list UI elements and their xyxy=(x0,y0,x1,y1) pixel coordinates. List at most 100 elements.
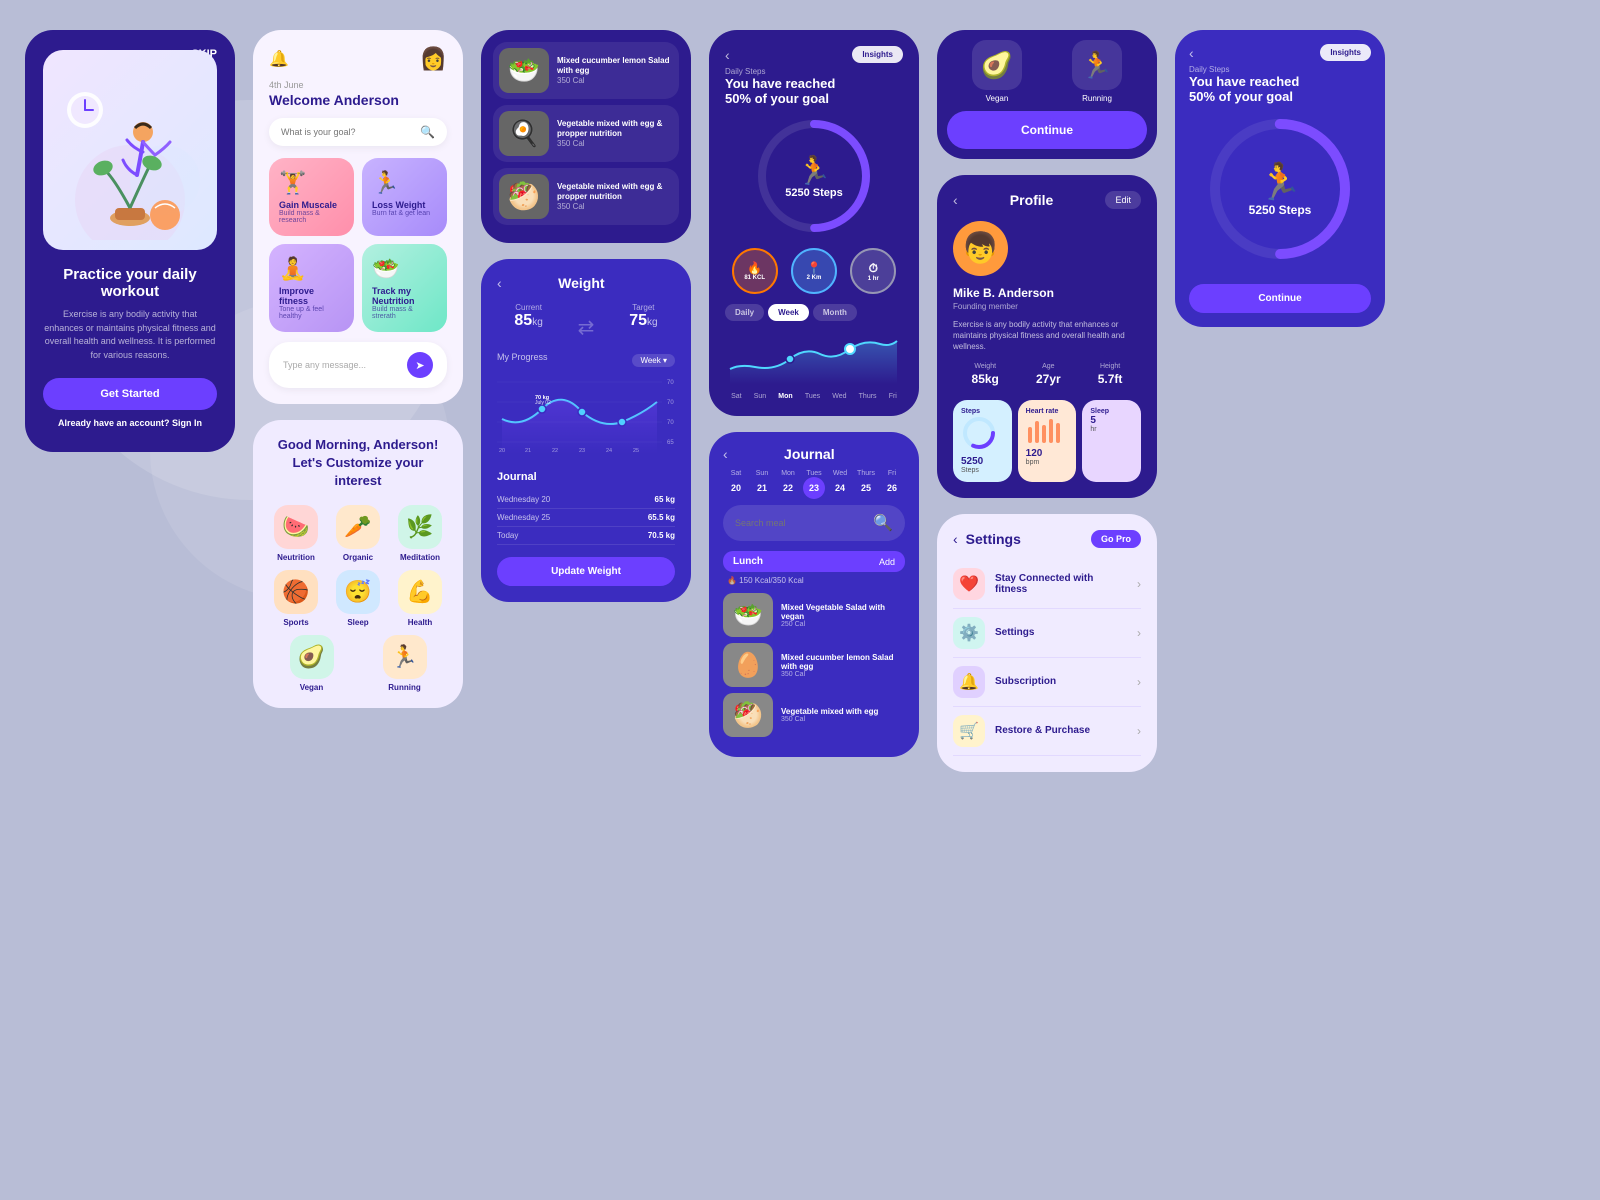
stats-row: 🔥 81 KCL 📍 2 Km ⏱ 1 hr xyxy=(725,248,903,294)
interest-sleep[interactable]: 😴 Sleep xyxy=(331,570,385,627)
settings-item-subscription[interactable]: 🔔 Subscription › xyxy=(953,658,1141,707)
steps-small-back[interactable]: ‹ xyxy=(1189,45,1194,61)
lunch-item-1[interactable]: 🥗 Mixed Vegetable Salad with vegan 250 C… xyxy=(723,593,905,637)
weight-journal: Journal Wednesday 20 65 kg Wednesday 25 … xyxy=(497,471,675,545)
interest-sports[interactable]: 🏀 Sports xyxy=(269,570,323,627)
goal-card-loss[interactable]: 🏃 Loss Weight Burn fat & get lean xyxy=(362,158,447,236)
restore-label: Restore & Purchase xyxy=(995,725,1127,736)
goal-title-fitness: Improve fitness xyxy=(279,286,344,306)
search-meal-input[interactable] xyxy=(735,518,867,528)
message-bar[interactable]: Type any message... ➤ xyxy=(269,342,447,388)
connected-arrow: › xyxy=(1137,577,1141,591)
search-meal-bar[interactable]: 🔍 xyxy=(723,505,905,541)
signin-prompt: Already have an account? Sign In xyxy=(43,418,217,428)
weight-back-arrow[interactable]: ‹ xyxy=(497,275,502,291)
lunch-item-2[interactable]: 🥚 Mixed cucumber lemon Salad with egg 35… xyxy=(723,643,905,687)
customize-card: Good Morning, Anderson! Let's Customize … xyxy=(253,420,463,708)
interest-vegan[interactable]: 🥑 Vegan xyxy=(290,635,334,692)
continue-small-button[interactable]: Continue xyxy=(1189,284,1371,313)
interest-grid: 🍉 Neutrition 🥕 Organic 🌿 Meditation 🏀 Sp… xyxy=(269,505,447,627)
send-button[interactable]: ➤ xyxy=(407,352,433,378)
goal-search-input[interactable] xyxy=(281,127,414,137)
settings-item-connected[interactable]: ❤️ Stay Connected with fitness › xyxy=(953,560,1141,609)
profile-name: Mike B. Anderson xyxy=(953,286,1141,300)
add-button[interactable]: Add xyxy=(879,557,895,567)
km-stat: 📍 2 Km xyxy=(791,248,837,294)
search-meal-icon: 🔍 xyxy=(873,513,893,533)
go-pro-badge[interactable]: Go Pro xyxy=(1091,530,1141,548)
journal-date-2: Wednesday 25 xyxy=(497,513,550,522)
get-started-button[interactable]: Get Started xyxy=(43,378,217,410)
journal-back-arrow[interactable]: ‹ xyxy=(723,446,728,462)
goal-card-gain[interactable]: 🏋️ Gain Muscale Build mass & research xyxy=(269,158,354,236)
nutrition-icon-box: 🍉 xyxy=(274,505,318,549)
food-cal-2: 350 Cal xyxy=(557,139,673,148)
food-name-3: Vegetable mixed with egg & propper nutri… xyxy=(557,182,673,203)
svg-text:70: 70 xyxy=(667,420,674,426)
sports-label: Sports xyxy=(283,618,308,627)
insights-badge[interactable]: Insights xyxy=(852,46,903,63)
lunch-header: Lunch Add xyxy=(723,551,905,572)
progress-section: My Progress Week ▾ 70 70 70 65 xyxy=(497,352,675,459)
interest-running[interactable]: 🏃 Running xyxy=(383,635,427,692)
running-label-top: Running xyxy=(1072,94,1122,103)
day-tues: Tues xyxy=(805,393,820,400)
food-list-item-3[interactable]: 🥙 Vegetable mixed with egg & propper nut… xyxy=(493,168,679,225)
goal-sub-nutrition: Build mass & strerath xyxy=(372,306,437,320)
goal-card-fitness[interactable]: 🧘 Improve fitness Tone up & feel healthy xyxy=(269,244,354,332)
interest-nutrition[interactable]: 🍉 Neutrition xyxy=(269,505,323,562)
lunch-thumb-3: 🥙 xyxy=(723,693,773,737)
lunch-thumb-1: 🥗 xyxy=(723,593,773,637)
steps-count-large: 5250 Steps xyxy=(1249,203,1312,217)
user-avatar: 👩 xyxy=(420,46,447,72)
interest-meditation[interactable]: 🌿 Meditation xyxy=(393,505,447,562)
connected-icon-box: ❤️ xyxy=(953,568,985,600)
journal-row-2: Wednesday 25 65.5 kg xyxy=(497,509,675,527)
organic-icon-box: 🥕 xyxy=(336,505,380,549)
goal-icon-fitness: 🧘 xyxy=(279,256,344,282)
update-weight-button[interactable]: Update Weight xyxy=(497,557,675,586)
settings-item-settings[interactable]: ⚙️ Settings › xyxy=(953,609,1141,658)
weight-chart: 70 70 70 65 July 02 70 kg xyxy=(497,374,675,454)
tf-running[interactable]: 🏃 Running xyxy=(1072,40,1122,103)
customize-title: Good Morning, Anderson! Let's Customize … xyxy=(269,436,447,491)
profile-back-arrow[interactable]: ‹ xyxy=(953,192,958,208)
sleep-icon-box: 😴 xyxy=(336,570,380,614)
daily-steps-label: Daily Steps xyxy=(725,67,903,76)
goal-search-bar[interactable]: 🔍 xyxy=(269,118,447,146)
insights-small-badge[interactable]: Insights xyxy=(1320,44,1371,61)
jd-tues[interactable]: Tues 23 xyxy=(803,470,825,499)
food-list-item[interactable]: 🥗 Mixed cucumber lemon Salad with egg 35… xyxy=(493,42,679,99)
edit-button[interactable]: Edit xyxy=(1105,191,1141,209)
weight-stats: Current 85kg ⇄ Target 75kg xyxy=(497,303,675,340)
lunch-item-3[interactable]: 🥙 Vegetable mixed with egg 350 Cal xyxy=(723,693,905,737)
tab-week[interactable]: Week xyxy=(768,304,809,321)
settings-title: Settings xyxy=(966,531,1021,547)
food-list-item-2[interactable]: 🍳 Vegetable mixed with egg & propper nut… xyxy=(493,105,679,162)
tab-daily[interactable]: Daily xyxy=(725,304,764,321)
bell-icon[interactable]: 🔔 xyxy=(269,49,289,69)
target-value: 75 xyxy=(629,312,647,329)
nutrition-label: Neutrition xyxy=(277,553,315,562)
continue-button[interactable]: Continue xyxy=(947,111,1147,149)
welcome-text: Welcome Anderson xyxy=(269,92,447,108)
settings-back-arrow[interactable]: ‹ xyxy=(953,531,958,547)
daily-label-small: Daily Steps xyxy=(1189,65,1371,74)
steps-back-arrow[interactable]: ‹ xyxy=(725,47,730,63)
settings-item-restore[interactable]: 🛒 Restore & Purchase › xyxy=(953,707,1141,756)
week-badge[interactable]: Week ▾ xyxy=(632,354,675,367)
jd-wed: Wed 24 xyxy=(829,470,851,499)
lunch-section: Lunch Add 🔥 150 Kcal/350 Kcal 🥗 Mixed Ve… xyxy=(723,551,905,737)
connected-label: Stay Connected with fitness xyxy=(995,573,1127,595)
interest-health[interactable]: 💪 Health xyxy=(393,570,447,627)
interest-organic[interactable]: 🥕 Organic xyxy=(331,505,385,562)
tab-month[interactable]: Month xyxy=(813,304,857,321)
ps-age: Age 27yr xyxy=(1036,363,1061,386)
goal-card-nutrition[interactable]: 🥗 Track my Neutrition Build mass & strer… xyxy=(362,244,447,332)
tf-vegan[interactable]: 🥑 Vegan xyxy=(972,40,1022,103)
day-thurs: Thurs xyxy=(859,393,877,400)
svg-text:65: 65 xyxy=(667,440,674,446)
jd-fri: Fri 26 xyxy=(881,470,903,499)
ps-weight: Weight 85kg xyxy=(972,363,999,386)
circular-progress: 🏃 5250 Steps xyxy=(754,116,874,236)
